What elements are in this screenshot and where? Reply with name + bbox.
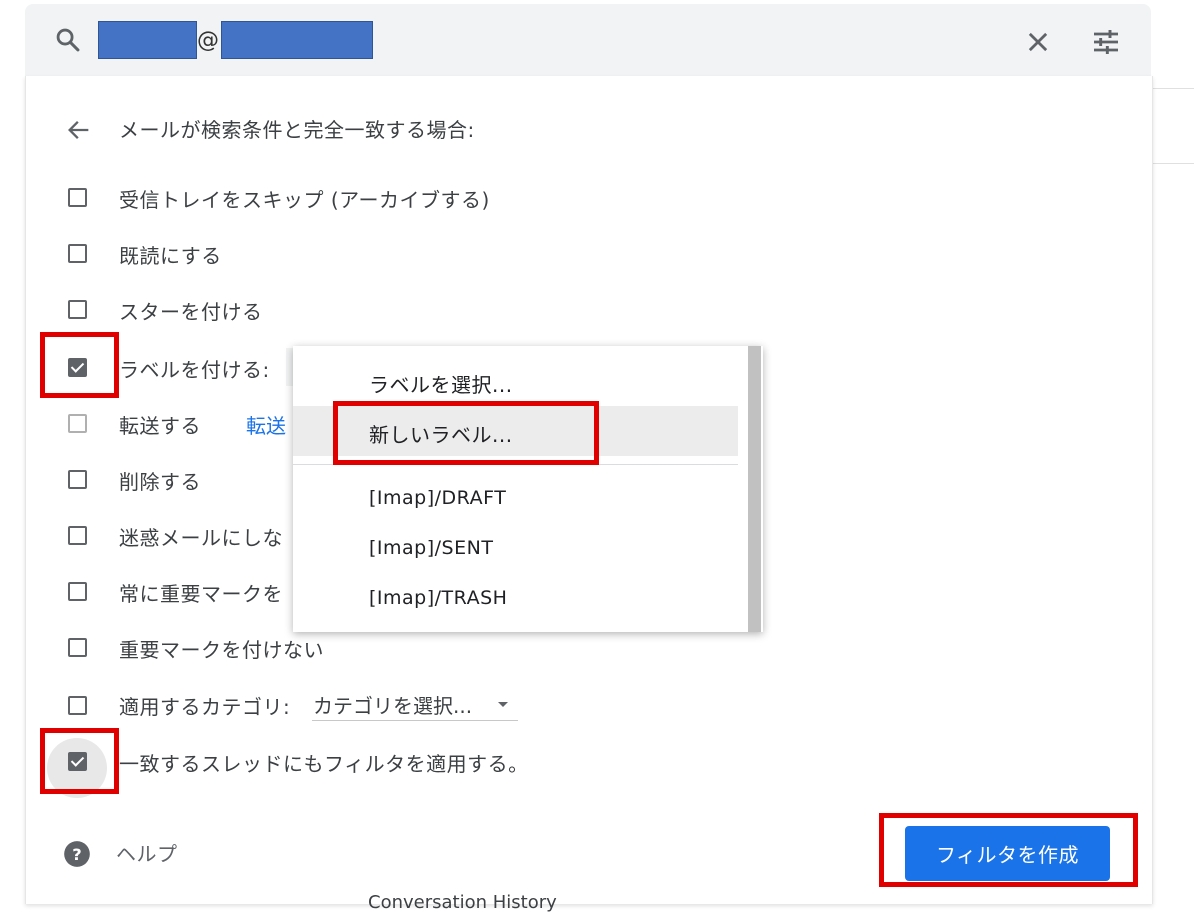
option-never-important[interactable]: 重要マークを付けない (0, 626, 1150, 666)
search-icon[interactable] (54, 26, 82, 54)
background-divider (1151, 163, 1194, 164)
highlight-box (333, 401, 599, 465)
option-mark-read[interactable]: 既読にする (0, 232, 1150, 272)
option-label: 重要マークを付けない (119, 638, 324, 662)
option-label: 受信トレイをスキップ (アーカイブする) (119, 188, 490, 212)
dropdown-item-choose-label[interactable]: ラベルを選択... (293, 356, 738, 406)
background-text: Conversation History (368, 892, 557, 913)
dropdown-item-label: ラベルを選択... (369, 373, 513, 397)
option-category[interactable]: 適用するカテゴリ: (0, 684, 1150, 724)
option-label: 適用するカテゴリ: (119, 695, 291, 719)
redacted-username (98, 21, 197, 59)
option-label: 常に重要マークを (119, 582, 283, 606)
dropdown-item-imap-sent[interactable]: [Imap]/SENT (293, 524, 738, 574)
forward-address-link[interactable]: 転送 (246, 410, 286, 439)
close-icon[interactable] (1024, 28, 1052, 56)
checkbox[interactable] (68, 188, 87, 207)
checkbox[interactable] (68, 696, 87, 715)
category-select-value: カテゴリを選択... (313, 694, 473, 718)
help-icon[interactable]: ? (63, 840, 91, 868)
background-divider (1151, 88, 1194, 89)
at-sign: @ (197, 28, 219, 53)
search-options-icon[interactable] (1090, 26, 1122, 58)
option-apply-to-threads[interactable]: 一致するスレッドにもフィルタを適用する。 (0, 740, 1150, 780)
option-star[interactable]: スターを付ける (0, 288, 1150, 328)
checkbox[interactable] (68, 638, 87, 657)
dropdown-item-imap-trash[interactable]: [Imap]/TRASH (293, 574, 738, 624)
dropdown-scrollbar[interactable] (748, 346, 761, 632)
dropdown-item-label: [Imap]/SENT (369, 537, 494, 559)
option-label: ラベルを付ける: (119, 358, 270, 382)
highlight-box (40, 332, 119, 398)
highlight-box (40, 728, 119, 794)
highlight-box (879, 813, 1138, 887)
option-label: 転送する (119, 414, 201, 438)
option-label: 既読にする (119, 244, 222, 268)
label-dropdown-menu: ラベルを選択... 新しいラベル... [Imap]/DRAFT [Imap]/… (293, 346, 763, 632)
checkbox[interactable] (68, 582, 87, 601)
option-label: スターを付ける (119, 300, 263, 324)
back-arrow-icon[interactable] (65, 116, 93, 144)
option-label: 削除する (119, 470, 201, 494)
checkbox[interactable] (68, 470, 87, 489)
option-label: 迷惑メールにしな (119, 526, 283, 550)
option-label: 一致するスレッドにもフィルタを適用する。 (119, 752, 529, 776)
checkbox-disabled[interactable] (68, 414, 87, 433)
redacted-domain (221, 21, 373, 59)
checkbox[interactable] (68, 526, 87, 545)
filter-heading: メールが検索条件と完全一致する場合: (119, 118, 475, 142)
dropdown-item-label: [Imap]/DRAFT (369, 487, 507, 509)
dropdown-item-imap-draft[interactable]: [Imap]/DRAFT (293, 474, 738, 524)
category-select[interactable]: カテゴリを選択... (312, 688, 518, 721)
dropdown-caret-icon (498, 702, 508, 707)
checkbox[interactable] (68, 244, 87, 263)
svg-text:?: ? (72, 845, 81, 864)
help-link[interactable]: ヘルプ (116, 838, 178, 867)
checkbox[interactable] (68, 300, 87, 319)
option-skip-inbox[interactable]: 受信トレイをスキップ (アーカイブする) (0, 176, 1150, 216)
dropdown-item-label: [Imap]/TRASH (369, 587, 508, 609)
